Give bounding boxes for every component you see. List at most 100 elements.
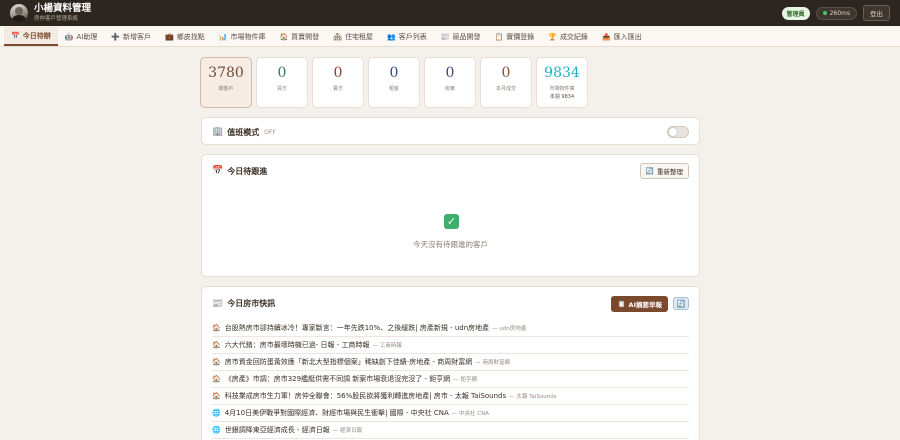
news-item-source: — 商周財富網 xyxy=(475,360,510,366)
app-subtitle: 房仲客戶管理系統 xyxy=(34,15,79,22)
tab-1[interactable]: 🤖 AI助理 xyxy=(58,27,105,46)
export-icon: 📤 xyxy=(601,32,611,41)
news-item[interactable]: 🏠 六大代銷：房市最壞時機已過- 日報 - 工商時報 — 工商時報 xyxy=(212,337,689,354)
tab-4[interactable]: 📊 市場物件庫 xyxy=(212,27,273,46)
news-item[interactable]: 🌐 4月10日美伊戰爭對國際經濟、財經市場與民生衝擊| 國際 - 中央社 CNA —… xyxy=(212,405,689,422)
tab-2[interactable]: ➕ 新增客戶 xyxy=(104,27,158,46)
news-item-title[interactable]: 《房產》市調：房市329艦艇供需不同調 新案市場衰退沒完沒了 - 鉅亨網 xyxy=(225,374,451,384)
house-icon: 🏠 xyxy=(212,324,221,332)
news-item-source: — udn房地產 xyxy=(492,326,527,332)
stat-value: 0 xyxy=(333,65,343,81)
reorganize-label: 重新整理 xyxy=(657,168,683,176)
newspaper-icon: 📰 xyxy=(440,32,450,41)
latency-indicator: 260ms xyxy=(815,6,857,20)
briefcase-icon: 💼 xyxy=(165,32,174,41)
stat-card[interactable]: 0 租客 xyxy=(368,57,420,108)
house-icon: 🏠 xyxy=(212,375,221,383)
news-title: 今日房市快訊 xyxy=(227,299,276,308)
plus-icon: ➕ xyxy=(111,32,121,41)
top-bar: 小楊資料管理 房仲客戶管理系統 管理員 260ms 登出 xyxy=(0,0,900,26)
status-dot-icon xyxy=(822,11,827,15)
news-item-title[interactable]: 科技業成房市生力軍！房仲全聯會：56%股民欲將獲利轉進房地產| 房市 - 太報 … xyxy=(225,391,506,401)
chart-icon: 📊 xyxy=(218,32,228,41)
newspaper-icon: 📰 xyxy=(212,298,224,309)
logout-button[interactable]: 登出 xyxy=(863,5,890,21)
news-item[interactable]: 🌐 世銀調降東亞經濟成長 - 經濟日報 — 經濟日報 xyxy=(212,422,689,439)
refresh-icon: 🔄 xyxy=(676,299,686,308)
role-badge: 管理員 xyxy=(781,6,810,20)
todo-card: 📅 今日待跟進 🔄 重新整理 ✓ 今天沒有待跟進的客戶 xyxy=(201,154,700,277)
stat-label: 租客 xyxy=(388,86,399,93)
todo-title: 今日待跟進 xyxy=(227,166,268,176)
tab-6[interactable]: 🏘 住宅租屋 xyxy=(326,27,380,46)
people-icon: 👥 xyxy=(387,32,396,41)
stat-label: 總客戶 xyxy=(218,86,234,93)
news-item-title[interactable]: 4月10日美伊戰爭對國際經濟、財經市場與民生衝擊| 國際 - 中央社 CNA xyxy=(225,408,449,418)
nav-tabs: 📅 今日待辦 🤖 AI助理 ➕ 新增客戶 💼 鄉皮找點 📊 市場物件庫 🏠 買賣開發 🏘 住宅租屋 👥 客戶列… xyxy=(0,27,900,47)
stat-value: 0 xyxy=(389,65,399,81)
tab-0[interactable]: 📅 今日待辦 xyxy=(4,27,58,46)
tab-label: 新增客戶 xyxy=(123,32,152,41)
news-list: 🏠 台股熱房市卻持續冰冷！專家斷言：一年先跌10%、之後緩跌| 房產新規 - ud… xyxy=(202,320,699,439)
tab-label: 匯入匯出 xyxy=(613,32,642,41)
document-icon: 📋 xyxy=(617,299,626,308)
tab-5[interactable]: 🏠 買賣開發 xyxy=(272,27,326,46)
stat-value: 0 xyxy=(277,65,287,81)
tab-10[interactable]: 🏆 成交紀錄 xyxy=(541,27,595,46)
refresh-icon: 🔄 xyxy=(645,167,654,175)
news-item-title[interactable]: 房市資金回防蛋黃效應「新北大型指標個案」稀缺創下佳績-房地產 - 商周財富網 xyxy=(225,357,473,367)
news-item-title[interactable]: 台股熱房市卻持續冰冷！專家斷言：一年先跌10%、之後緩跌| 房產新規 - udn… xyxy=(225,323,489,333)
tab-11[interactable]: 📤 匯入匯出 xyxy=(595,27,649,46)
empty-state-text: 今天沒有待跟進的客戶 xyxy=(413,240,488,249)
refresh-news-button[interactable]: 🔄 xyxy=(673,297,689,310)
stat-card[interactable]: 9834 市場物件庫 本週 9834 xyxy=(536,57,588,108)
stat-label: 市場物件庫 xyxy=(549,86,575,93)
clipboard-icon: 📋 xyxy=(494,32,504,41)
tab-7[interactable]: 👥 客戶列表 xyxy=(380,27,434,46)
duty-mode-state: OFF xyxy=(264,128,276,136)
news-item-source: — 太報 TaiSounds xyxy=(509,394,557,400)
house-icon: 🏠 xyxy=(212,392,221,400)
news-item[interactable]: 🏠 台股熱房市卻持續冰冷！專家斷言：一年先跌10%、之後緩跌| 房產新規 - ud… xyxy=(212,320,689,337)
trophy-icon: 🏆 xyxy=(548,32,557,41)
news-item-source: — 經濟日報 xyxy=(332,428,362,434)
news-item-title[interactable]: 世銀調降東亞經濟成長 - 經濟日報 xyxy=(225,425,330,435)
tab-label: 成交紀錄 xyxy=(559,32,588,41)
news-card: 📰 今日房市快訊 📋 AI摘要早報 🔄 🏠 台股熱房市卻持續冰冷！專家斷言：一年先… xyxy=(201,286,700,440)
tab-9[interactable]: 📋 實價登錄 xyxy=(488,27,542,46)
news-item-source: — 中央社 CNA xyxy=(451,411,489,417)
news-item[interactable]: 🏠 《房產》市調：房市329艦艇供需不同調 新案市場衰退沒完沒了 - 鉅亨網 — 鉅… xyxy=(212,371,689,388)
tab-label: 競品開發 xyxy=(452,32,481,41)
app-title: 小楊資料管理 xyxy=(34,3,92,15)
stat-value: 0 xyxy=(445,65,455,81)
stat-value: 3780 xyxy=(208,65,244,81)
stat-label: 賣方 xyxy=(332,86,343,93)
duty-mode-card: 🏢 值班模式 OFF xyxy=(201,117,700,145)
globe-icon: 🌐 xyxy=(212,409,221,417)
ai-summary-button[interactable]: 📋 AI摘要早報 xyxy=(611,295,668,312)
duty-mode-toggle[interactable] xyxy=(667,126,689,138)
stat-card[interactable]: 0 本月成交 xyxy=(480,57,532,108)
house-icon: 🏠 xyxy=(212,358,221,366)
tab-label: 客戶列表 xyxy=(398,32,427,41)
news-item-title[interactable]: 六大代銷：房市最壞時機已過- 日報 - 工商時報 xyxy=(225,340,370,350)
tab-label: 實價登錄 xyxy=(506,32,535,41)
house-icon: 🏠 xyxy=(279,32,289,41)
duty-mode-title: 值班模式 xyxy=(227,127,260,137)
stat-value: 9834 xyxy=(544,65,580,81)
news-item[interactable]: 🏠 房市資金回防蛋黃效應「新北大型指標個案」稀缺創下佳績-房地產 - 商周財富網 —… xyxy=(212,354,689,371)
reorganize-button[interactable]: 🔄 重新整理 xyxy=(639,163,689,179)
news-item-source: — 工商時報 xyxy=(372,343,402,349)
stat-value: 0 xyxy=(501,65,511,81)
tab-8[interactable]: 📰 競品開發 xyxy=(434,27,488,46)
tab-label: 今日待辦 xyxy=(22,31,51,40)
stat-card[interactable]: 0 房東 xyxy=(424,57,476,108)
news-item[interactable]: 🏠 科技業成房市生力軍！房仲全聯會：56%股民欲將獲利轉進房地產| 房市 - 太報… xyxy=(212,388,689,405)
check-icon: ✓ xyxy=(444,214,459,229)
stat-card[interactable]: 0 賣方 xyxy=(312,57,364,108)
tab-3[interactable]: 💼 鄉皮找點 xyxy=(158,27,212,46)
stat-card[interactable]: 3780 總客戶 xyxy=(200,57,252,108)
stat-label: 本月成交 xyxy=(495,86,516,93)
robot-icon: 🤖 xyxy=(64,32,74,41)
stat-card[interactable]: 0 買方 xyxy=(256,57,308,108)
